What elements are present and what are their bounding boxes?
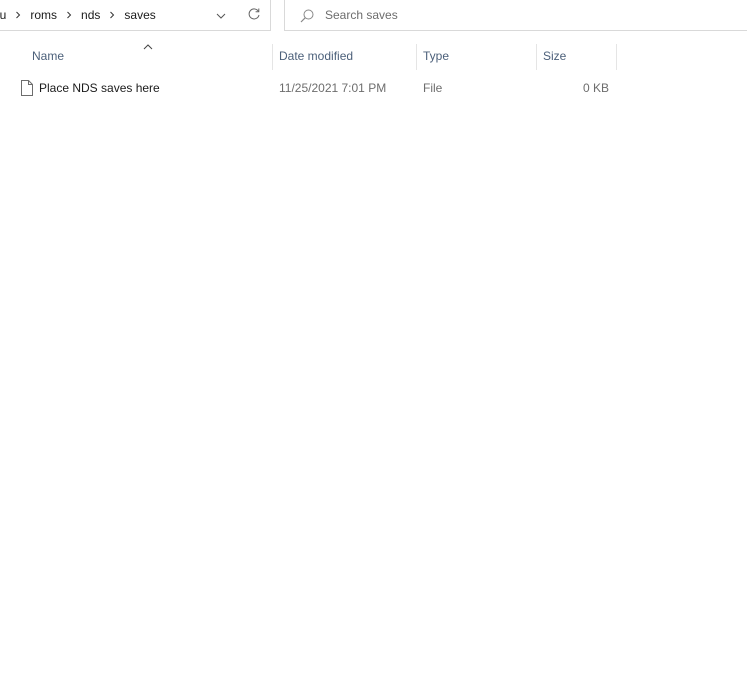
column-header-date-modified[interactable]: Date modified bbox=[279, 40, 416, 72]
column-divider[interactable] bbox=[536, 44, 537, 70]
search-box[interactable] bbox=[284, 0, 747, 31]
column-divider[interactable] bbox=[416, 44, 417, 70]
column-header-row: Name Date modified Type Size bbox=[0, 40, 747, 72]
file-type: File bbox=[423, 81, 443, 95]
column-divider[interactable] bbox=[272, 44, 273, 70]
chevron-down-icon bbox=[216, 8, 226, 22]
refresh-icon bbox=[247, 7, 261, 24]
file-row[interactable]: Place NDS saves here 11/25/2021 7:01 PM … bbox=[0, 77, 747, 99]
file-date-modified: 11/25/2021 7:01 PM bbox=[279, 81, 387, 95]
top-bar: nu roms nds saves bbox=[0, 0, 747, 32]
chevron-right-icon[interactable] bbox=[102, 5, 122, 25]
column-header-size[interactable]: Size bbox=[543, 40, 616, 72]
search-icon bbox=[299, 8, 315, 24]
chevron-right-icon[interactable] bbox=[8, 5, 28, 25]
address-bar[interactable]: nu roms nds saves bbox=[0, 0, 271, 31]
column-header-name[interactable]: Name bbox=[32, 40, 272, 72]
address-history-dropdown[interactable] bbox=[211, 5, 231, 25]
file-size: 0 KB bbox=[582, 81, 609, 95]
column-header-type[interactable]: Type bbox=[423, 40, 536, 72]
breadcrumb-item-nds[interactable]: nds bbox=[80, 8, 101, 22]
breadcrumb-item-saves[interactable]: saves bbox=[123, 8, 156, 22]
file-name[interactable]: Place NDS saves here bbox=[39, 77, 160, 99]
breadcrumb-item-menu[interactable]: nu bbox=[0, 8, 7, 22]
column-divider[interactable] bbox=[616, 44, 617, 70]
breadcrumb: nu roms nds saves bbox=[0, 0, 157, 30]
refresh-button[interactable] bbox=[243, 5, 265, 25]
search-input[interactable] bbox=[325, 6, 725, 24]
chevron-right-icon[interactable] bbox=[59, 5, 79, 25]
breadcrumb-item-roms[interactable]: roms bbox=[29, 8, 58, 22]
file-icon bbox=[20, 80, 34, 96]
